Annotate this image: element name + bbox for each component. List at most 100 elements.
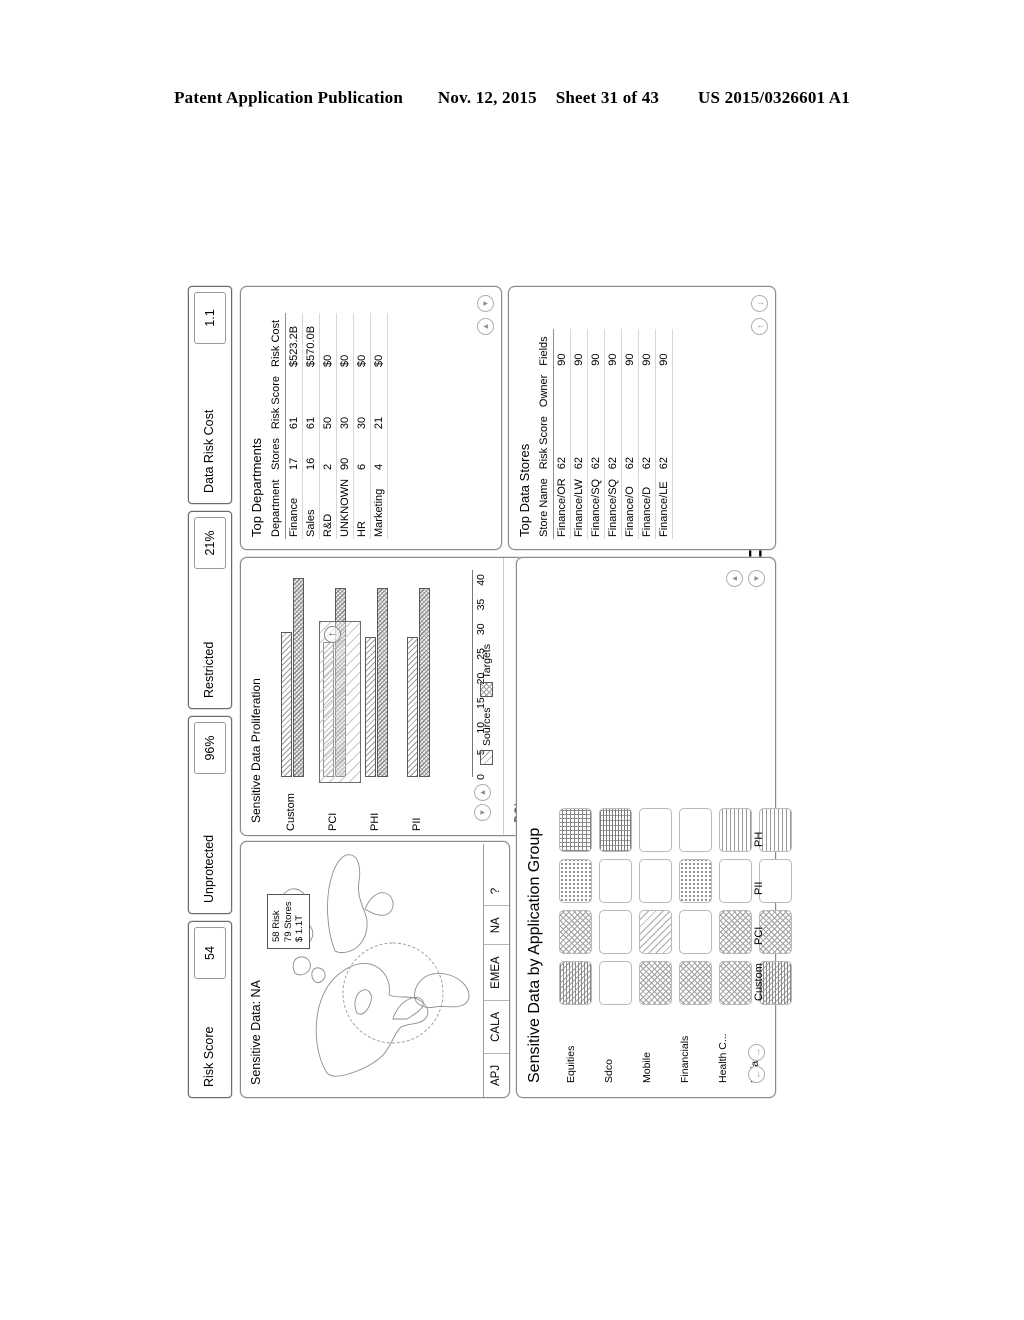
chevron-up-icon[interactable]: ▴: [474, 784, 491, 801]
region-tab-help[interactable]: ?: [484, 877, 509, 905]
col-stores[interactable]: Stores: [269, 431, 286, 472]
col-fields[interactable]: Fields: [537, 329, 554, 368]
kpi-strip: Risk Score 54 Unprotected 96% Restricted…: [184, 286, 234, 1098]
cell-risk-cost: $0: [319, 312, 337, 369]
map-panel-title: Sensitive Data: NA: [249, 980, 263, 1085]
appgroup-cell-health-care-pci[interactable]: [719, 910, 752, 954]
table-row[interactable]: R&D 2 50 $0: [319, 312, 337, 539]
table-row[interactable]: UNKNOWN 90 30 $0: [336, 312, 354, 539]
x-tick: 0: [475, 774, 487, 780]
appgroup-cell-equities-ph[interactable]: [559, 808, 592, 852]
col-risk-cost[interactable]: Risk Cost: [269, 312, 286, 369]
region-tab-cala[interactable]: CALA: [484, 999, 509, 1053]
table-row[interactable]: Finance/SQ 62 90: [587, 329, 605, 539]
kpi-card-risk-score[interactable]: Risk Score 54: [188, 921, 232, 1098]
col-risk-score[interactable]: Risk Score: [269, 368, 286, 432]
chevron-up-icon[interactable]: ▴: [477, 318, 494, 335]
proliferation-plot-area: Custom PCI PHI PII: [267, 570, 459, 831]
appgroup-cell-financials-ph[interactable]: [679, 808, 712, 852]
bar-targets[interactable]: [377, 587, 388, 777]
table-row[interactable]: HR 6 30 $0: [353, 312, 371, 539]
cell-fields: 90: [553, 329, 571, 368]
appgroup-cell-sdco-custom[interactable]: [599, 961, 632, 1005]
cell-fields: 90: [655, 329, 673, 368]
arrow-up-icon[interactable]: ↑: [751, 318, 768, 335]
table-row[interactable]: Finance/LE 62 90: [655, 329, 673, 539]
appgroup-row-label-mobile: Mobile: [641, 1052, 653, 1083]
bar-targets[interactable]: [293, 577, 304, 777]
table-row[interactable]: Finance/SQ 62 90: [604, 329, 622, 539]
appgroup-cell-financials-pci[interactable]: [679, 910, 712, 954]
bar-group-phi[interactable]: PHI: [363, 570, 397, 831]
cell-risk-score: 62: [604, 409, 622, 472]
cell-risk-score: 50: [319, 368, 337, 432]
chevron-up-icon[interactable]: ▴: [726, 570, 743, 587]
region-tab-emea[interactable]: EMEA: [484, 944, 509, 1000]
patent-header: Patent Application Publication Nov. 12, …: [0, 88, 1024, 108]
appgroup-cell-mobile-pci[interactable]: [639, 910, 672, 954]
table-row[interactable]: Finance/OR 62 90: [553, 329, 571, 539]
col-store-name[interactable]: Store Name: [537, 471, 554, 539]
bar-sources[interactable]: [281, 632, 292, 777]
appgroup-cell-equities-pci[interactable]: [559, 910, 592, 954]
appgroup-cell-health-care-custom[interactable]: [719, 961, 752, 1005]
appgroup-cell-financials-pii[interactable]: [679, 859, 712, 903]
cell-risk-score: 21: [370, 368, 388, 432]
col-owner[interactable]: Owner: [537, 367, 554, 410]
kpi-card-data-risk-cost[interactable]: Data Risk Cost 1.1: [188, 286, 232, 504]
x-tick: 35: [475, 598, 487, 611]
region-tab-na[interactable]: NA: [484, 905, 509, 945]
appgroup-cell-mobile-ph[interactable]: [639, 808, 672, 852]
bar-sources[interactable]: [407, 636, 418, 777]
cell-stores: 4: [370, 431, 388, 472]
x-tick: 40: [475, 574, 487, 586]
col-risk-score[interactable]: Risk Score: [537, 409, 554, 472]
cell-risk-score: 62: [621, 409, 639, 472]
appgroup-cell-sdco-pii[interactable]: [599, 859, 632, 903]
kpi-card-restricted[interactable]: Restricted 21%: [188, 511, 232, 709]
chevron-down-icon[interactable]: ▾: [477, 295, 494, 312]
table-row[interactable]: Finance 17 61 $523.2B: [285, 312, 303, 539]
cell-department: HR: [353, 471, 371, 539]
appgroup-cell-financials-custom[interactable]: [679, 961, 712, 1005]
arrow-down-icon[interactable]: ↓: [751, 295, 768, 312]
arrow-right-icon[interactable]: →: [748, 1044, 765, 1061]
table-row[interactable]: Finance/O 62 90: [621, 329, 639, 539]
bar-targets[interactable]: [419, 587, 430, 777]
table-row[interactable]: Marketing 4 21 $0: [370, 312, 388, 539]
bar-group-pii[interactable]: PII: [405, 570, 439, 831]
appgroup-panel-title: Sensitive Data by Application Group: [526, 827, 543, 1083]
kpi-card-unprotected[interactable]: Unprotected 96%: [188, 716, 232, 914]
appgroup-cell-sdco-ph[interactable]: [599, 808, 632, 852]
bar-group-custom[interactable]: Custom: [279, 570, 313, 831]
col-department[interactable]: Department: [269, 471, 286, 539]
appgroup-cell-sdco-pci[interactable]: [599, 910, 632, 954]
table-row[interactable]: Finance/LW 62 90: [570, 329, 588, 539]
appgroup-cell-equities-pii[interactable]: [559, 859, 592, 903]
cell-risk-cost: $0: [370, 312, 388, 369]
region-tab-apj[interactable]: APJ: [484, 1052, 509, 1097]
appgroup-cell-health-care-ph[interactable]: [719, 808, 752, 852]
world-map-graphic[interactable]: [265, 848, 477, 1091]
cell-risk-score: 62: [587, 409, 605, 472]
appgroup-col-label-custom: Custom: [753, 963, 765, 1001]
cell-fields: 90: [638, 329, 656, 368]
appgroup-cell-mobile-custom[interactable]: [639, 961, 672, 1005]
selected-category-highlight[interactable]: ↑: [319, 621, 361, 783]
arrow-left-icon[interactable]: ←: [748, 1066, 765, 1083]
kpi-label: Unprotected: [202, 834, 216, 903]
chevron-down-icon[interactable]: ▾: [474, 804, 491, 821]
cell-stores: 2: [319, 431, 337, 472]
appgroup-cell-mobile-pii[interactable]: [639, 859, 672, 903]
chevron-down-icon[interactable]: ▾: [748, 570, 765, 587]
kpi-label: Restricted: [202, 641, 216, 698]
legend-label-sources: Sources: [480, 707, 493, 746]
appgroup-cell-health-care-pii[interactable]: [719, 859, 752, 903]
appgroup-col-label-pii: PII: [753, 881, 765, 895]
appgroup-cell-equities-custom[interactable]: [559, 961, 592, 1005]
bar-sources[interactable]: [365, 636, 376, 777]
drill-up-icon[interactable]: ↑: [324, 626, 341, 643]
cell-risk-score: 30: [353, 368, 371, 432]
table-row[interactable]: Finance/D 62 90: [638, 329, 656, 539]
table-row[interactable]: Sales 16 61 $570.0B: [302, 312, 320, 539]
